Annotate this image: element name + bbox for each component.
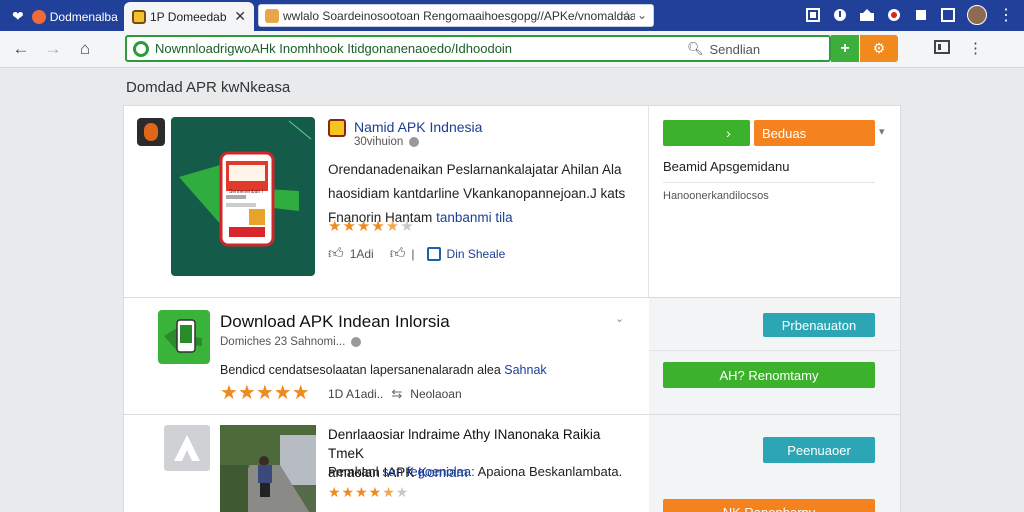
- featured-app-icon: [328, 119, 346, 137]
- verified-icon: [409, 137, 420, 147]
- menu-dots-icon[interactable]: ⋮: [968, 39, 983, 57]
- tab-2[interactable]: 1P Domeedab ✕: [124, 2, 254, 31]
- tab-favicon: [132, 9, 146, 24]
- sidebar-divider: [663, 182, 875, 183]
- browser-toolbar: ← → ⌂ NownnloadrigwoAHk Inomhhook Itidgo…: [0, 31, 1024, 68]
- back-arrow-icon[interactable]: ←: [10, 38, 32, 60]
- featured-app-card: Sennenenbah Hoesie Namid APK Indnesia 30…: [123, 105, 901, 298]
- app-small-logo[interactable]: [137, 118, 165, 146]
- app-meta: Domiches 23 Sahnomi...: [220, 336, 362, 348]
- app-placeholder-icon[interactable]: [164, 425, 210, 471]
- heart-icon: ❤: [12, 8, 24, 24]
- sidebar-title: Beamid Apsgemidanu: [663, 159, 790, 174]
- chevron-down-icon[interactable]: ⌄: [637, 8, 647, 22]
- featured-app-version: 30vihuion: [354, 136, 404, 148]
- app-description-link[interactable]: Sahnak: [504, 363, 546, 377]
- home-icon[interactable]: ⌂: [74, 38, 96, 60]
- chevron-right-icon: ›: [726, 125, 731, 141]
- app-count: 1D A1adi..: [328, 387, 384, 401]
- description-line: haosidiam kantdarline Vkankanopannejoan.…: [328, 186, 626, 201]
- app-description-link[interactable]: san fegoenolaa:: [382, 464, 475, 479]
- menu-dots-icon[interactable]: ⋮: [998, 7, 1014, 24]
- download-apk-button[interactable]: NK Ranonbarny: [663, 499, 875, 512]
- install-button[interactable]: Prbenauaton: [763, 313, 875, 337]
- featured-app-meta: 30vihuion: [354, 136, 420, 148]
- featured-app-image[interactable]: Sennenenbah Hoesie: [171, 117, 315, 276]
- address-url[interactable]: NownnloadrigwoAHk Inomhhook Itidgonanena…: [155, 41, 695, 56]
- share-link[interactable]: Din Sheale: [447, 247, 506, 261]
- record-icon[interactable]: [886, 7, 902, 23]
- tab-1[interactable]: ❤ Dodmenalbas: [6, 2, 118, 31]
- address-bar[interactable]: NownnloadrigwoAHk Inomhhook Itidgonanena…: [125, 35, 831, 62]
- separator: |: [411, 247, 415, 261]
- app-actions-panel: Peenuaoer NK Ranonbarny: [649, 415, 900, 512]
- download-apk-button[interactable]: AH? Renomtamy: [663, 362, 875, 388]
- app-description-text: Bendicd cendatsesolaatan lapersanenalara…: [220, 363, 501, 377]
- tab-favicon: [265, 8, 279, 23]
- sidepanel-icon[interactable]: [934, 39, 950, 59]
- site-security-icon: [133, 40, 149, 57]
- description-line: Orendanadenaikan Peslarnankalajatar Ahil…: [328, 162, 622, 177]
- app-list-item: Download APK Indean Inlorsia Domiches 23…: [123, 297, 901, 415]
- close-tab-icon[interactable]: ✕: [234, 8, 246, 25]
- card-divider: [648, 106, 649, 297]
- app-description-suffix: Apaiona Beskanlambata.: [477, 464, 623, 479]
- sidebar-note: Hanoonerkandilocsos: [663, 190, 769, 202]
- search-placeholder: Sendlian: [709, 41, 761, 57]
- featured-app-title[interactable]: Namid APK Indnesia: [354, 119, 482, 135]
- app-actions-panel: Prbenauaton AH? Renomtamy: [649, 298, 900, 414]
- page-title: Domdad APR kwNkeasa: [126, 79, 291, 96]
- tab-3-label: wwlalo Soardeinosootoan Rengomaaihoesgop…: [283, 8, 635, 23]
- thumbs-up-icon[interactable]: 👍︎: [328, 245, 344, 263]
- install-button[interactable]: Peenuaoer: [763, 437, 875, 463]
- tab-1-label: Dodmenalbas: [49, 9, 118, 24]
- app-rating: ★★★★★: [220, 382, 310, 404]
- app-share[interactable]: Neolaoan: [410, 387, 461, 401]
- add-button[interactable]: +: [831, 35, 859, 62]
- chevron-down-icon[interactable]: ▾: [879, 125, 885, 138]
- upload-icon[interactable]: [859, 7, 875, 23]
- app-stats: 1D A1adi.. ⇆ Neolaoan: [328, 386, 462, 402]
- app-description: Bendicd cendatsesolaatan lapersanenalara…: [220, 358, 547, 382]
- verified-icon: [351, 337, 362, 347]
- app-screenshot[interactable]: [220, 425, 316, 512]
- app-title-line: Denrlaaosiar lndraime Athy INanonaka Rai…: [328, 427, 601, 461]
- download-button[interactable]: ›: [663, 120, 750, 146]
- puzzle-icon[interactable]: [913, 7, 929, 23]
- panel-divider: [649, 350, 900, 351]
- search-icon: 🔍︎: [687, 41, 704, 56]
- tab-strip: ❤ Dodmenalbas 1P Domeedab ✕ wwlalo Soard…: [0, 0, 1024, 31]
- app-title[interactable]: Download APK Indean Inlorsia: [220, 312, 450, 332]
- description-link[interactable]: tanbanmi tila: [436, 210, 513, 225]
- app-icon[interactable]: [158, 310, 210, 364]
- window-icon[interactable]: [940, 7, 956, 23]
- likes-count: 1Adi: [349, 247, 374, 261]
- app-rating: ★★★★★★: [328, 484, 410, 500]
- info-icon[interactable]: [832, 7, 848, 23]
- thumbs-up-icon[interactable]: 👍︎: [390, 245, 406, 263]
- featured-app-actions: 👍︎ 1Adi 👍︎ | Din Sheale: [328, 245, 505, 263]
- extension-button[interactable]: ⚙: [860, 35, 898, 62]
- expand-icon[interactable]: ⌄: [615, 312, 624, 325]
- tab-3[interactable]: wwlalo Soardeinosootoan Rengomaaihoesgop…: [258, 4, 654, 27]
- app-screenshot-caption: Sennenenbah Hoesie: [229, 189, 263, 195]
- omnibox-search[interactable]: 🔍︎ Sendlian: [687, 41, 760, 57]
- bookmark-star-icon[interactable]: ☆: [621, 8, 633, 24]
- app-list-item: Denrlaaosiar lndraime Athy INanonaka Rai…: [123, 414, 901, 512]
- featured-app-rating: ★★★★★★: [328, 218, 415, 235]
- forward-arrow-icon[interactable]: →: [42, 38, 64, 60]
- tab-favicon: [31, 9, 46, 24]
- secondary-action-button[interactable]: Beduas: [754, 120, 875, 146]
- app-meta-text: Domiches 23 Sahnomi...: [220, 336, 346, 348]
- app-description-prefix: Pemkanl: [328, 464, 379, 479]
- share-icon[interactable]: ⇆: [391, 386, 402, 402]
- app-description: Pemkanl san fegoenolaa: Apaiona Beskanla…: [328, 464, 622, 479]
- grid-icon[interactable]: [805, 7, 821, 23]
- profile-avatar[interactable]: [967, 5, 987, 25]
- tab-2-label: 1P Domeedab: [150, 9, 227, 24]
- system-icons: ⋮: [805, 5, 1014, 25]
- share-icon[interactable]: [426, 247, 441, 261]
